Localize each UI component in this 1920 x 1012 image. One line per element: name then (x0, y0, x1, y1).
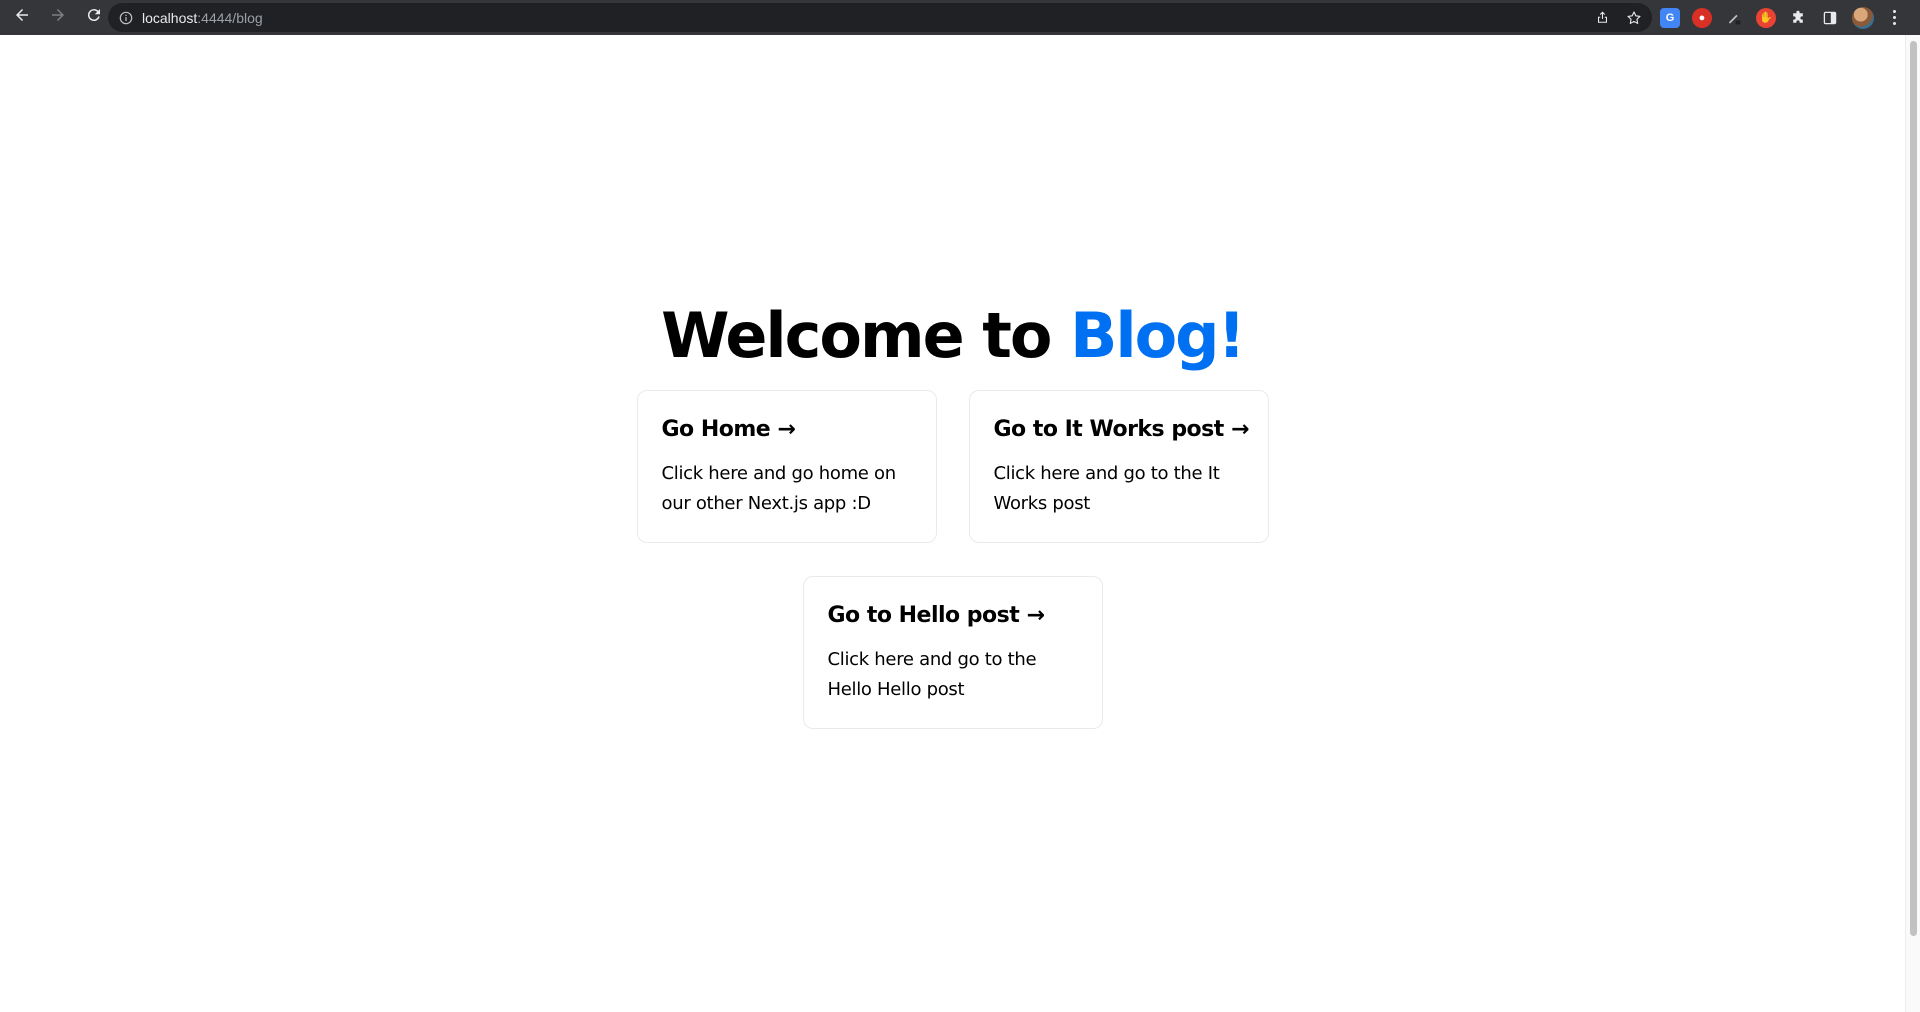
card-grid: Go Home → Click here and go home on our … (636, 390, 1269, 729)
profile-avatar[interactable] (1852, 6, 1874, 29)
card-title: Go to It Works post → (993, 417, 1250, 442)
url-host: localhost (142, 9, 198, 26)
arrow-right-icon (49, 6, 67, 29)
title-accent-link[interactable]: Blog! (1070, 299, 1246, 372)
card-description: Click here and go to the Hello Hello pos… (827, 649, 1037, 700)
omnibox-actions (1592, 3, 1644, 32)
red-extension-icon[interactable]: ● (1692, 7, 1712, 28)
extensions-area: G ● ✋ (1660, 0, 1902, 35)
scrollbar-thumb[interactable] (1910, 41, 1917, 936)
browser-toolbar: localhost:4444/blog G ● ✋ (0, 0, 1920, 35)
reload-button[interactable] (78, 2, 110, 34)
title-prefix: Welcome to (661, 299, 1071, 372)
card-title: Go Home → (661, 417, 796, 442)
arrow-left-icon (13, 6, 31, 29)
puzzle-icon[interactable] (1788, 8, 1808, 28)
card-title: Go to Hello post → (827, 603, 1045, 628)
url-path: :4444/blog (197, 9, 263, 26)
pen-extension-icon[interactable] (1724, 8, 1744, 28)
main-content: Welcome to Blog! Go Home → Click here an… (0, 35, 1905, 729)
card-description: Click here and go to the It Works post (993, 463, 1220, 514)
page-title: Welcome to Blog! (661, 299, 1246, 373)
star-icon[interactable] (1624, 8, 1644, 28)
hand-extension-icon[interactable]: ✋ (1756, 7, 1776, 28)
translate-extension-icon[interactable]: G (1660, 7, 1680, 28)
it-works-post-card[interactable]: Go to It Works post → Click here and go … (968, 390, 1269, 543)
url-text[interactable]: localhost:4444/blog (142, 10, 263, 26)
go-home-card[interactable]: Go Home → Click here and go home on our … (636, 390, 937, 543)
share-icon[interactable] (1592, 8, 1612, 28)
reload-icon (85, 6, 103, 29)
back-button[interactable] (6, 2, 38, 34)
side-panel-icon[interactable] (1820, 8, 1840, 28)
address-bar[interactable]: localhost:4444/blog (108, 3, 1652, 32)
forward-button[interactable] (42, 2, 74, 34)
browser-window: localhost:4444/blog G ● ✋ Welcome to Blo… (0, 0, 1920, 1012)
vertical-scrollbar[interactable] (1905, 35, 1920, 1012)
page-viewport: Welcome to Blog! Go Home → Click here an… (0, 35, 1905, 1012)
kebab-menu-icon[interactable] (1886, 8, 1902, 28)
hello-post-card[interactable]: Go to Hello post → Click here and go to … (802, 576, 1103, 729)
card-description: Click here and go home on our other Next… (661, 463, 897, 514)
info-icon[interactable] (118, 10, 134, 26)
